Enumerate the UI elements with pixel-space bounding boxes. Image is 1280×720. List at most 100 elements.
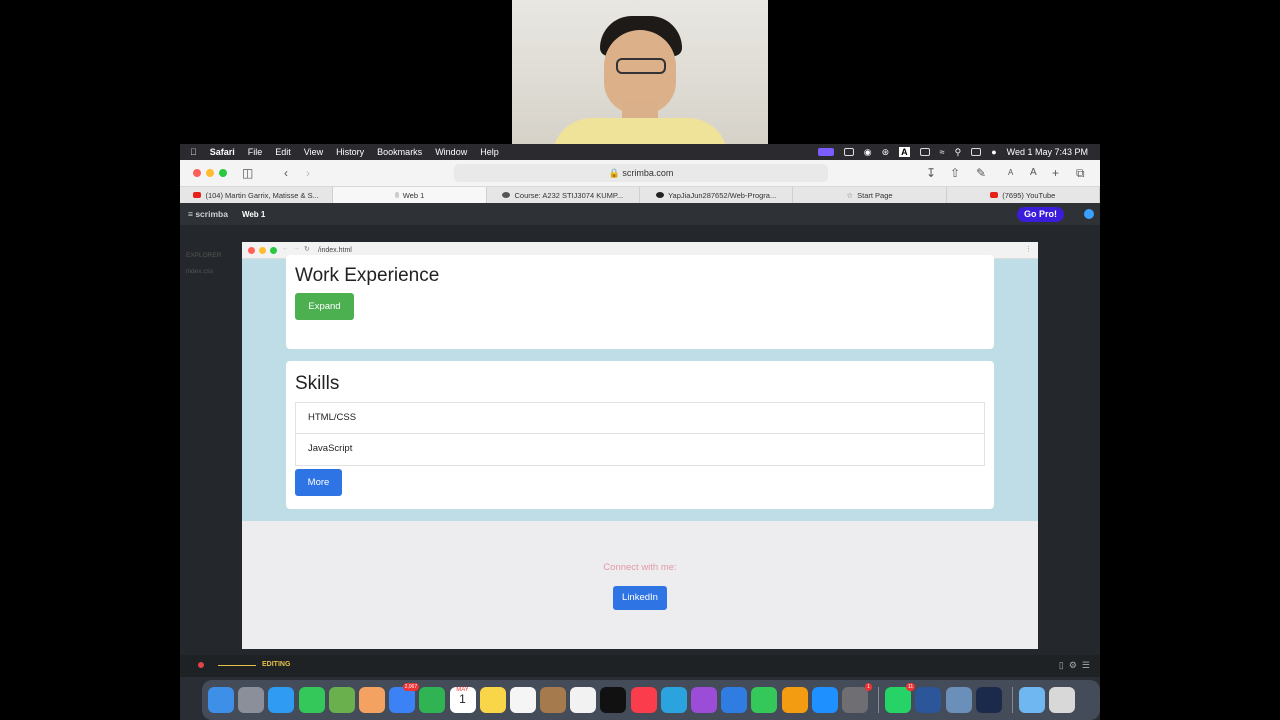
file-explorer: EXPLORER index.css [186,248,221,280]
dock-separator [1011,687,1013,713]
preview-maximize-button[interactable] [270,247,277,254]
finder-icon[interactable] [208,687,234,713]
control-center-icon[interactable] [843,148,854,156]
back-arrow-icon[interactable]: ‹ [284,165,288,181]
tab-label: Course: A232 STIJ3074 KUMP... [514,190,624,200]
tab-label: (104) Martin Garrix, Matisse & S... [205,190,319,200]
whatsapp-icon[interactable]: 11 [885,683,916,713]
person-shirt [552,118,728,144]
text-larger-icon[interactable]: A [1030,165,1037,181]
messages-icon[interactable] [298,687,325,713]
power-icon[interactable] [1084,209,1094,219]
menu-bookmarks[interactable]: Bookmarks [377,147,422,157]
app-store-icon[interactable] [811,687,838,713]
menu-view[interactable]: View [304,147,323,157]
apple-tv-icon[interactable] [600,687,627,713]
address-bar[interactable]: 🔒 scrimba.com [454,164,828,182]
bluetooth-icon[interactable]: ⊛ [882,147,890,158]
downloads-folder-icon[interactable] [1018,687,1045,713]
tab-start-page[interactable]: ☆ Start Page [793,187,947,203]
launchpad-icon[interactable] [238,687,265,713]
tab-github[interactable]: YapJiaJun287652/Web-Progra... [640,187,794,203]
mail-icon[interactable]: 2,067 [389,683,420,713]
preview-minimize-button[interactable] [259,247,266,254]
tab-overview-icon[interactable]: ⧉ [1076,165,1085,181]
close-window-button[interactable] [193,169,201,177]
music-icon[interactable] [630,687,657,713]
expand-button[interactable]: Expand [295,293,354,320]
project-title[interactable]: Web 1 [242,210,265,219]
keynote-icon[interactable] [721,687,748,713]
menu-help[interactable]: Help [480,147,499,157]
record-icon[interactable]: ◉ [864,147,872,158]
control-centre-toggle-icon[interactable] [971,148,982,156]
spotlight-search-icon[interactable]: ⚲ [955,147,962,158]
webex-icon[interactable] [975,687,1002,713]
go-pro-button[interactable]: Go Pro! [1017,207,1064,222]
preview-forward-icon[interactable]: → [293,245,300,252]
facetime-icon[interactable] [419,687,446,713]
preview-back-icon[interactable]: ← [282,245,289,252]
file-index-css[interactable]: index.css [186,264,221,280]
minimize-window-button[interactable] [206,169,214,177]
wifi-icon[interactable]: ≈ [940,147,945,157]
tab-youtube-music[interactable]: (104) Martin Garrix, Matisse & S... [180,187,334,203]
sidebar-toggle-icon[interactable]: ◫ [242,165,253,181]
pages-icon[interactable] [781,687,808,713]
preview-window: ← → ↻ /index.html ⋮ Work Experience Expa… [242,242,1038,649]
apple-menu-icon[interactable]:  [190,147,197,157]
word-icon[interactable] [915,687,942,713]
timeline-track[interactable] [218,665,256,666]
share-icon[interactable]: ⇧ [950,165,960,181]
siri-icon[interactable]: ● [991,147,996,157]
battery-icon[interactable] [919,148,930,156]
menu-history[interactable]: History [336,147,364,157]
menu-edit[interactable]: Edit [275,147,291,157]
person-glasses [616,58,666,74]
hamburger-menu-icon[interactable]: ☰ [1082,660,1090,670]
safari-icon[interactable] [268,687,295,713]
preview-icon[interactable] [945,687,972,713]
notes-icon[interactable] [479,687,506,713]
preview-reload-icon[interactable]: ↻ [304,245,310,253]
text-smaller-icon[interactable]: A [1008,165,1013,181]
forward-arrow-icon[interactable]: › [306,165,310,181]
telegram-icon[interactable] [660,687,687,713]
maps-icon[interactable] [328,687,355,713]
freeform-icon[interactable] [509,687,536,713]
keyboard-input-icon[interactable]: A [899,147,910,157]
tab-label: Web 1 [402,190,425,200]
menu-app-safari[interactable]: Safari [210,147,235,157]
podcasts-icon[interactable] [691,687,717,713]
numbers-icon[interactable] [751,687,778,713]
record-dot-icon[interactable] [198,662,204,668]
preview-menu-icon[interactable]: ⋮ [1025,245,1032,253]
menu-file[interactable]: File [248,147,263,157]
trash-icon[interactable] [1049,687,1076,713]
system-settings-icon[interactable]: 1 [841,683,872,713]
mac-screen:  Safari File Edit View History Bookmark… [180,144,1100,720]
linkedin-button[interactable]: LinkedIn [613,586,667,610]
menubar-clock[interactable]: Wed 1 May 7:43 PM [1007,147,1088,157]
bookmark-icon[interactable]: ▯ [1059,660,1064,670]
screen-share-icon[interactable] [817,148,834,156]
settings-gear-icon[interactable]: ⚙ [1069,660,1077,670]
downloads-icon[interactable]: ↧ [926,165,936,181]
tab-course[interactable]: Course: A232 STIJ3074 KUMP... [487,187,640,203]
tab-web-1[interactable]: Web 1 [333,187,487,203]
more-button[interactable]: More [295,469,342,496]
edit-extension-icon[interactable]: ✎ [976,165,986,181]
archive-icon[interactable] [540,687,567,713]
skills-card: Skills HTML/CSS JavaScript More [286,361,994,509]
safari-tab-bar: (104) Martin Garrix, Matisse & S... Web … [180,186,1100,203]
preview-close-button[interactable] [248,247,255,254]
reminders-icon[interactable] [570,687,597,713]
photos-icon[interactable] [358,687,385,713]
zoom-window-button[interactable] [219,169,227,177]
scrimba-logo[interactable]: ≡ scrimba [188,209,228,219]
menu-window[interactable]: Window [435,147,467,157]
calendar-icon[interactable]: MAY 1 [449,687,476,713]
new-tab-icon[interactable]: + [1052,165,1059,181]
tab-youtube[interactable]: (7695) YouTube [947,187,1100,203]
explorer-title: EXPLORER [186,252,222,259]
